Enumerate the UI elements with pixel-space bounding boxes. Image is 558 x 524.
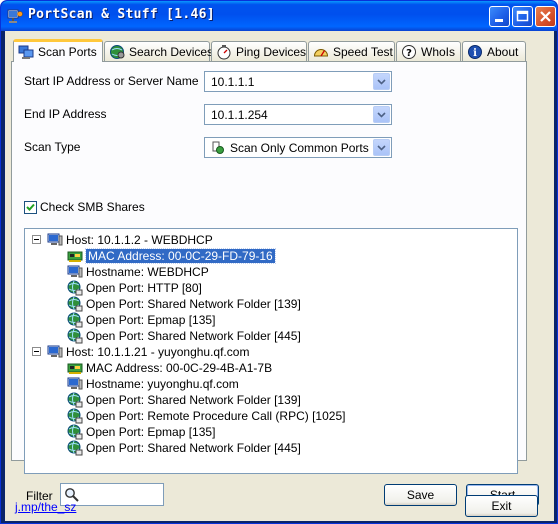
tab-ping-devices[interactable]: Ping Devices [211,41,307,61]
result-item[interactable]: Open Port: Shared Network Folder [445] [67,328,301,344]
result-item[interactable]: Open Port: Remote Procedure Call (RPC) [… [67,408,345,424]
collapse-toggle[interactable] [32,347,41,356]
checkmark-icon [26,203,35,211]
tab-speed-test[interactable]: Speed Test [308,41,395,61]
result-text: Open Port: Epmap [135] [86,425,216,439]
host-node[interactable]: Host: 10.1.1.21 - yuyonghu.qf.com [47,344,249,360]
network-card-icon [67,363,83,374]
scan-type-label: Scan Type [24,140,81,154]
tab-label: About [487,44,519,59]
website-link[interactable]: j.mp/the_sz [15,500,76,514]
window-title: PortScan & Stuff [1.46] [28,7,215,22]
globe-icon [67,296,83,312]
end-ip-value: 10.1.1.254 [211,107,268,122]
computer-icon [47,233,63,246]
result-text: MAC Address: 00-0C-29-FD-79-16 [85,248,276,264]
computer-icon [67,377,83,390]
tab-label: Search Devices [129,44,214,59]
start-ip-label: Start IP Address or Server Name [24,74,199,88]
network-icon [18,45,34,59]
globe-icon [67,424,83,440]
start-ip-value: 10.1.1.1 [211,74,255,89]
end-ip-label: End IP Address [24,107,107,121]
exit-button[interactable]: Exit [465,495,538,517]
result-item[interactable]: Open Port: Epmap [135] [67,312,215,328]
network-card-icon [67,251,83,262]
result-item[interactable]: Open Port: Shared Network Folder [445] [67,440,301,456]
result-item[interactable]: Open Port: Epmap [135] [67,424,215,440]
maximize-button[interactable] [512,6,533,27]
collapse-toggle[interactable] [32,235,41,244]
computer-icon [47,345,63,358]
svg-text:i: i [473,48,477,59]
tab-whois[interactable]: ? WhoIs [396,41,461,61]
minimize-button[interactable] [489,6,510,27]
scan-type-value: Scan Only Common Ports [230,140,369,155]
stopwatch-icon [217,44,231,59]
checkbox-box[interactable] [24,200,37,214]
tab-search-devices[interactable]: Search Devices [104,41,214,61]
results-tree[interactable]: Host: 10.1.1.2 - WEBDHCP MAC Address: 00-… [24,228,518,474]
scan-type-select[interactable]: Scan Only Common Ports [204,137,392,158]
smb-shares-label: Check SMB Shares [40,200,145,214]
globe-icon [67,392,83,408]
result-item[interactable]: Hostname: yuyonghu.qf.com [67,376,239,392]
result-text: MAC Address: 00-0C-29-4B-A1-7B [86,361,273,375]
help-icon: ? [402,44,416,59]
result-text: Open Port: Shared Network Folder [139] [86,297,301,311]
result-item[interactable]: Open Port: HTTP [80] [67,280,202,296]
result-text: Open Port: Epmap [135] [86,313,216,327]
smb-shares-checkbox[interactable]: Check SMB Shares [24,200,145,214]
svg-text:?: ? [406,48,412,59]
result-text: Open Port: Remote Procedure Call (RPC) [… [86,409,346,423]
tab-about[interactable]: i About [462,41,526,61]
chevron-down-icon[interactable] [373,106,390,123]
app-icon [7,9,23,23]
app-window: PortScan & Stuff [1.46] Scan Ports Searc… [0,0,558,524]
gauge-icon [313,48,329,56]
globe-icon [67,312,83,328]
host-label: Host: 10.1.1.21 - yuyonghu.qf.com [66,345,250,359]
end-ip-combobox[interactable]: 10.1.1.254 [204,104,392,125]
host-label: Host: 10.1.1.2 - WEBDHCP [66,233,213,247]
globe-icon [67,280,83,296]
dialog-body: Scan Ports Search Devices Ping Devices S… [5,31,554,521]
computer-icon [67,265,83,278]
result-text: Open Port: Shared Network Folder [445] [86,329,301,343]
tab-label: WhoIs [421,44,456,59]
result-item[interactable]: MAC Address: 00-0C-29-4B-A1-7B [67,360,272,376]
result-item[interactable]: Open Port: Shared Network Folder [139] [67,296,301,312]
result-text: Open Port: Shared Network Folder [445] [86,441,301,455]
tab-label: Ping Devices [236,44,307,59]
result-text: Hostname: WEBDHCP [86,265,209,279]
tab-label: Speed Test [333,44,393,59]
result-text: Hostname: yuyonghu.qf.com [86,377,239,391]
globe-icon [67,408,83,424]
globe-icon [67,440,83,456]
result-item[interactable]: Open Port: Shared Network Folder [139] [67,392,301,408]
chevron-down-icon[interactable] [373,139,390,156]
title-bar[interactable]: PortScan & Stuff [1.46] [1,1,557,31]
result-item[interactable]: Hostname: WEBDHCP [67,264,209,280]
result-item[interactable]: MAC Address: 00-0C-29-FD-79-16 [67,248,276,264]
save-button[interactable]: Save [384,484,457,506]
tab-scan-ports[interactable]: Scan Ports [13,39,103,62]
tab-label: Scan Ports [38,45,97,59]
result-text: Open Port: HTTP [80] [86,281,202,295]
result-text: Open Port: Shared Network Folder [139] [86,393,301,407]
host-node[interactable]: Host: 10.1.1.2 - WEBDHCP [47,232,213,248]
start-ip-combobox[interactable]: 10.1.1.1 [204,71,392,92]
chevron-down-icon[interactable] [373,73,390,90]
scan-type-icon [212,141,224,154]
scan-ports-panel: Start IP Address or Server Name 10.1.1.1… [11,61,539,506]
tab-strip: Scan Ports Search Devices Ping Devices S… [11,39,551,62]
close-button[interactable] [535,6,556,27]
globe-icon [110,44,125,59]
globe-icon [67,328,83,344]
info-icon: i [468,44,482,59]
